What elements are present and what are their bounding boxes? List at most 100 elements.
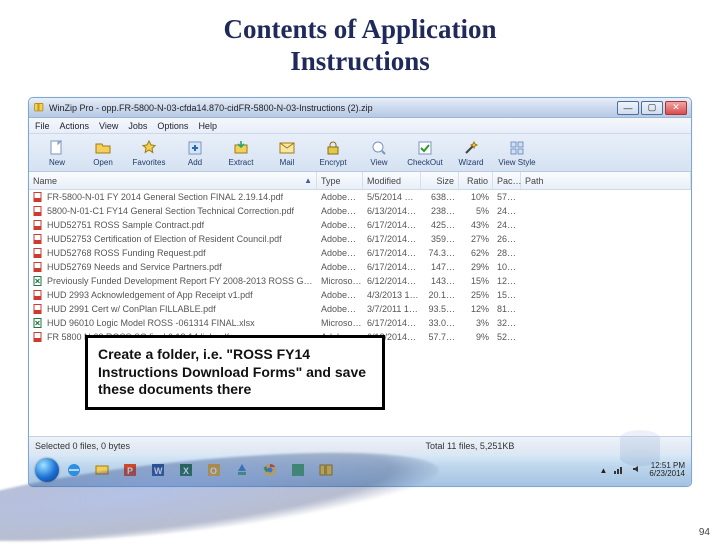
table-row[interactable]: 5800-N-01-C1 FY14 General Section Techni… bbox=[29, 204, 691, 218]
file-name: HUD 2991 Cert w/ ConPlan FILLABLE.pdf bbox=[47, 304, 216, 314]
col-type[interactable]: Type bbox=[317, 172, 363, 189]
taskbar: P W X O ▲ 12:51 PM6/23/2014 bbox=[29, 454, 691, 486]
status-left: Selected 0 files, 0 bytes bbox=[35, 441, 295, 451]
pdf-icon bbox=[33, 290, 43, 300]
tool-favorites[interactable]: Favorites bbox=[127, 136, 171, 170]
open-icon bbox=[94, 139, 112, 157]
table-row[interactable]: HUD52751 ROSS Sample Contract.pdfAdobe…6… bbox=[29, 218, 691, 232]
file-size: 57.7… bbox=[421, 332, 459, 342]
table-row[interactable]: HUD 2993 Acknowledgement of App Receipt … bbox=[29, 288, 691, 302]
pdf-icon bbox=[33, 248, 43, 258]
tool-add[interactable]: Add bbox=[173, 136, 217, 170]
file-modified: 5/5/2014 … bbox=[363, 192, 421, 202]
file-ratio: 43% bbox=[459, 220, 493, 230]
sort-asc-icon: ▲ bbox=[304, 176, 312, 185]
svg-text:W: W bbox=[154, 466, 163, 476]
tool-checkout[interactable]: CheckOut bbox=[403, 136, 447, 170]
file-type: Adobe… bbox=[317, 220, 363, 230]
file-type: Adobe… bbox=[317, 290, 363, 300]
file-packed: 26… bbox=[493, 234, 521, 244]
file-ratio: 27% bbox=[459, 234, 493, 244]
winzip-window: WinZip Pro - opp.FR-5800-N-03-cfda14.870… bbox=[28, 97, 692, 487]
file-packed: 15… bbox=[493, 290, 521, 300]
file-ratio: 62% bbox=[459, 248, 493, 258]
tool-open[interactable]: Open bbox=[81, 136, 125, 170]
file-ratio: 29% bbox=[459, 262, 493, 272]
wizard-icon bbox=[462, 139, 480, 157]
pdf-icon bbox=[33, 262, 43, 272]
taskbar-app2-icon[interactable] bbox=[285, 459, 311, 481]
file-size: 359… bbox=[421, 234, 459, 244]
tool-encrypt[interactable]: Encrypt bbox=[311, 136, 355, 170]
tool-mail[interactable]: Mail bbox=[265, 136, 309, 170]
minimize-button[interactable]: — bbox=[617, 101, 639, 115]
table-row[interactable]: HUD52769 Needs and Service Partners.pdfA… bbox=[29, 260, 691, 274]
slide-title: Contents of Application Instructions bbox=[0, 0, 720, 86]
file-type: Adobe… bbox=[317, 262, 363, 272]
file-size: 143… bbox=[421, 276, 459, 286]
callout-text: Create a folder, i.e. "ROSS FY14 Instruc… bbox=[98, 346, 366, 397]
tool-view[interactable]: View bbox=[357, 136, 401, 170]
maximize-button[interactable]: ▢ bbox=[641, 101, 663, 115]
file-packed: 24… bbox=[493, 220, 521, 230]
file-size: 93.5… bbox=[421, 304, 459, 314]
table-row[interactable]: HUD52768 ROSS Funding Request.pdfAdobe…6… bbox=[29, 246, 691, 260]
column-header-row: Name▲ Type Modified Size Ratio Pac… Path bbox=[29, 172, 691, 190]
file-packed: 12… bbox=[493, 276, 521, 286]
taskbar-chrome-icon[interactable] bbox=[257, 459, 283, 481]
page-number: 94 bbox=[699, 527, 710, 538]
col-packed[interactable]: Pac… bbox=[493, 172, 521, 189]
table-row[interactable]: FR-5800-N-01 FY 2014 General Section FIN… bbox=[29, 190, 691, 204]
file-type: Adobe… bbox=[317, 304, 363, 314]
svg-text:P: P bbox=[127, 466, 133, 476]
table-row[interactable]: HUD52753 Certification of Election of Re… bbox=[29, 232, 691, 246]
taskbar-ie-icon[interactable] bbox=[61, 459, 87, 481]
table-row[interactable]: HUD 96010 Logic Model ROSS -061314 FINAL… bbox=[29, 316, 691, 330]
tool-extract[interactable]: Extract bbox=[219, 136, 263, 170]
table-row[interactable]: HUD 2991 Cert w/ ConPlan FILLABLE.pdf Ado… bbox=[29, 302, 691, 316]
titlebar[interactable]: WinZip Pro - opp.FR-5800-N-03-cfda14.870… bbox=[29, 98, 691, 118]
file-name: HUD 2993 Acknowledgement of App Receipt … bbox=[47, 290, 253, 300]
menu-help[interactable]: Help bbox=[198, 121, 217, 131]
close-button[interactable]: ✕ bbox=[665, 101, 687, 115]
tool-wizard[interactable]: Wizard bbox=[449, 136, 493, 170]
file-size: 20.1… bbox=[421, 290, 459, 300]
viewstyle-icon bbox=[508, 139, 526, 157]
add-icon bbox=[186, 139, 204, 157]
start-orb[interactable] bbox=[35, 458, 59, 482]
tool-new[interactable]: New bbox=[35, 136, 79, 170]
file-ratio: 25% bbox=[459, 290, 493, 300]
col-modified[interactable]: Modified bbox=[363, 172, 421, 189]
taskbar-winzip-icon[interactable] bbox=[313, 459, 339, 481]
taskbar-app1-icon[interactable] bbox=[229, 459, 255, 481]
taskbar-excel-icon[interactable]: X bbox=[173, 459, 199, 481]
col-size[interactable]: Size bbox=[421, 172, 459, 189]
table-row[interactable]: Previously Funded Development Report FY … bbox=[29, 274, 691, 288]
menu-options[interactable]: Options bbox=[157, 121, 188, 131]
pdf-icon bbox=[33, 304, 43, 314]
menu-actions[interactable]: Actions bbox=[60, 121, 90, 131]
col-name[interactable]: Name▲ bbox=[29, 172, 317, 189]
mail-icon bbox=[278, 139, 296, 157]
taskbar-word-icon[interactable]: W bbox=[145, 459, 171, 481]
menu-file[interactable]: File bbox=[35, 121, 50, 131]
file-size: 147… bbox=[421, 262, 459, 272]
taskbar-explorer-icon[interactable] bbox=[89, 459, 115, 481]
file-ratio: 15% bbox=[459, 276, 493, 286]
file-packed: 57… bbox=[493, 192, 521, 202]
file-packed: 32… bbox=[493, 318, 521, 328]
menu-jobs[interactable]: Jobs bbox=[128, 121, 147, 131]
col-ratio[interactable]: Ratio bbox=[459, 172, 493, 189]
tray-up-icon[interactable]: ▲ bbox=[599, 466, 607, 475]
svg-text:O: O bbox=[210, 466, 217, 476]
col-path[interactable]: Path bbox=[521, 172, 691, 189]
taskbar-outlook-icon[interactable]: O bbox=[201, 459, 227, 481]
menu-view[interactable]: View bbox=[99, 121, 118, 131]
file-size: 74.3… bbox=[421, 248, 459, 258]
taskbar-powerpoint-icon[interactable]: P bbox=[117, 459, 143, 481]
pdf-icon bbox=[33, 192, 43, 202]
status-mid: Total 11 files, 5,251KB bbox=[295, 441, 645, 451]
file-packed: 81… bbox=[493, 304, 521, 314]
tool-viewstyle[interactable]: View Style bbox=[495, 136, 539, 170]
file-ratio: 12% bbox=[459, 304, 493, 314]
